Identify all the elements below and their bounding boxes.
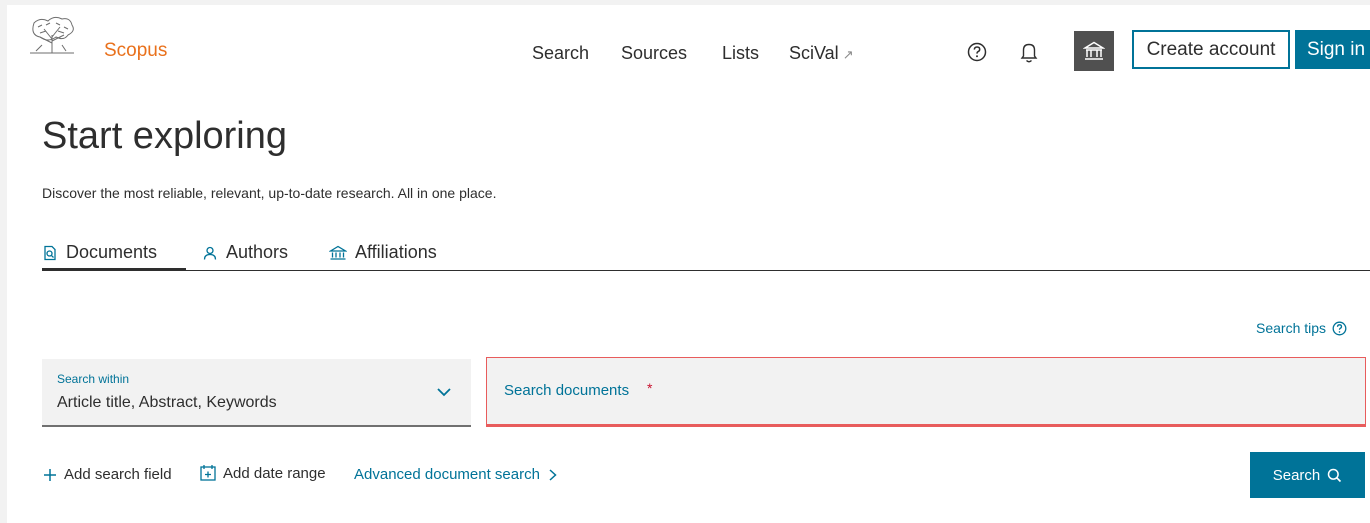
institution-icon [1083, 41, 1105, 60]
tab-affiliations[interactable]: Affiliations [329, 239, 437, 271]
bell-icon[interactable] [1018, 41, 1040, 65]
page-subtitle: Discover the most reliable, relevant, up… [42, 185, 497, 201]
chevron-down-icon [437, 388, 451, 397]
tab-documents-label: Documents [66, 242, 158, 262]
page-title: Start exploring [42, 115, 288, 157]
search-button-label: Search [1272, 466, 1321, 484]
brand-name[interactable]: Scopus [104, 40, 167, 62]
nav-scival[interactable]: SciVal ↗ [789, 41, 854, 67]
nav-sources[interactable]: Sources [621, 41, 687, 65]
add-date-range-button[interactable]: Add date range [199, 464, 326, 482]
external-link-icon: ↗ [842, 47, 854, 62]
search-button[interactable]: Search [1250, 452, 1365, 498]
advanced-search-link[interactable]: Advanced document search [354, 466, 559, 483]
add-search-field-label: Add search field [64, 466, 172, 483]
advanced-search-label: Advanced document search [354, 466, 540, 483]
calendar-add-icon [200, 465, 216, 481]
search-documents-input[interactable] [487, 358, 1365, 424]
search-within-value: Article title, Abstract, Keywords [57, 394, 277, 411]
institution-icon [329, 245, 347, 260]
plus-icon [44, 468, 56, 481]
search-documents-field[interactable]: Search documents * [486, 357, 1366, 427]
nav-lists[interactable]: Lists [722, 41, 759, 65]
nav-search[interactable]: Search [532, 41, 589, 65]
sign-in-button[interactable]: Sign in [1295, 30, 1370, 69]
search-icon [1328, 468, 1342, 482]
search-within-label: Search within [57, 372, 130, 386]
tab-authors-label: Authors [226, 242, 289, 262]
document-search-icon [44, 245, 56, 261]
tab-affiliations-label: Affiliations [355, 242, 437, 262]
search-tips-label: Search tips [1256, 320, 1327, 336]
nav-scival-label: SciVal [789, 43, 839, 63]
elsevier-tree-logo[interactable] [26, 15, 78, 55]
help-icon[interactable] [967, 42, 987, 62]
add-search-field-button[interactable]: Add search field [42, 466, 172, 483]
help-icon [1332, 321, 1347, 335]
page: Scopus Search Sources Lists SciVal ↗ Crea… [0, 0, 1370, 523]
search-within-select[interactable]: Search within Article title, Abstract, K… [42, 359, 471, 427]
create-account-button[interactable]: Create account [1132, 30, 1290, 69]
add-date-range-label: Add date range [223, 464, 326, 482]
search-tips-link[interactable]: Search tips [1256, 319, 1347, 337]
person-icon [203, 246, 217, 260]
institution-button[interactable] [1074, 31, 1114, 71]
tab-documents[interactable]: Documents [42, 239, 186, 271]
search-tabs: Documents Authors Affiliations [42, 239, 1370, 271]
chevron-right-icon [549, 468, 557, 481]
tab-authors[interactable]: Authors [202, 239, 288, 271]
